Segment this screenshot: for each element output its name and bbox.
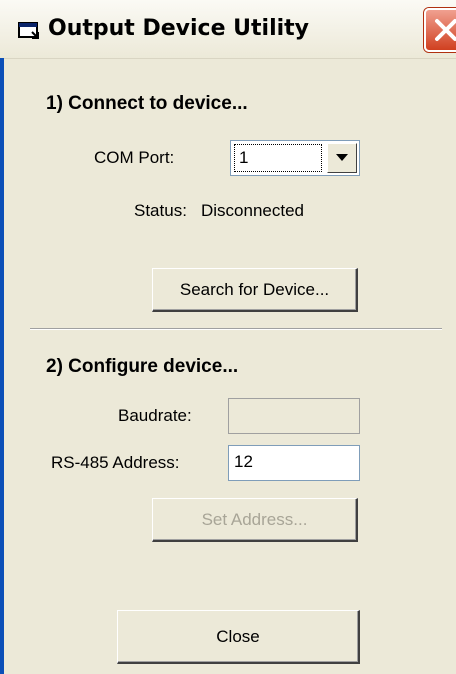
status-value: Disconnected (201, 201, 305, 220)
window-title: Output Device Utility (48, 16, 310, 41)
search-for-device-button[interactable]: Search for Device... (152, 268, 358, 312)
rs485-address-label: RS-485 Address: (51, 453, 180, 472)
baudrate-label: Baudrate: (118, 406, 192, 425)
com-port-label: COM Port: (94, 148, 175, 167)
configure-section-heading: 2) Configure device... (46, 356, 239, 377)
close-window-button[interactable] (424, 8, 456, 52)
rs485-address-field[interactable]: 12 (228, 445, 360, 481)
com-port-select[interactable]: 1 (230, 140, 360, 176)
com-port-dropdown-button[interactable] (327, 143, 357, 173)
window-left-border (0, 58, 4, 674)
title-bar[interactable]: Output Device Utility (0, 0, 456, 59)
close-button[interactable]: Close (117, 610, 360, 664)
set-address-button[interactable]: Set Address... (152, 498, 358, 542)
section-divider (30, 328, 442, 330)
com-port-value: 1 (234, 144, 322, 172)
app-window-icon (18, 22, 40, 40)
baudrate-field[interactable] (228, 398, 360, 434)
status-label: Status: (134, 201, 187, 220)
connect-section-heading: 1) Connect to device... (46, 93, 248, 114)
output-device-utility-window: Output Device Utility 1) Connect to devi… (0, 0, 456, 674)
